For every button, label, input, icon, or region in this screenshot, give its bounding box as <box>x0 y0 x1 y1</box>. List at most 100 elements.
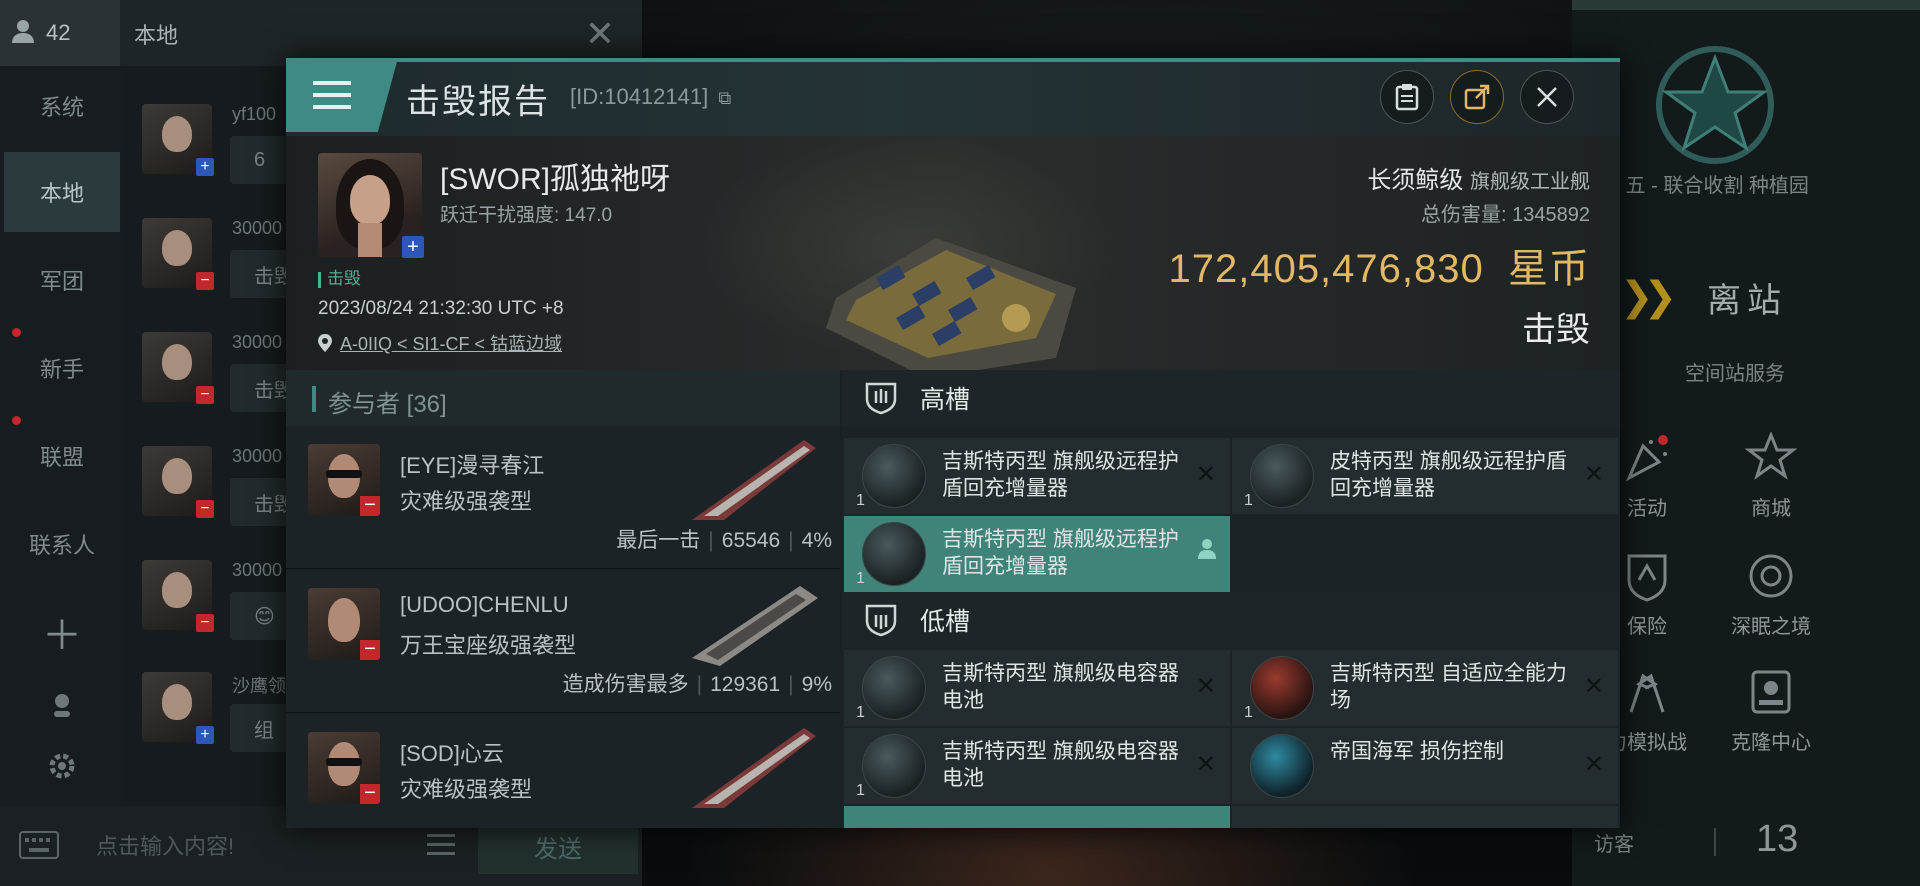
participant-stats: 最后一击 | 65546 | 4% <box>616 529 832 552</box>
module-item[interactable]: 1 吉斯特丙型 旗舰级远程护盾回充增量器 ✕ <box>844 438 1230 514</box>
participant-row[interactable]: − [SOD]心云 灾难级强袭型 <box>286 714 840 828</box>
kill-tag: 击毁 <box>318 264 361 289</box>
participant-ship-image <box>692 728 816 808</box>
chat-avatar[interactable]: − <box>142 446 214 518</box>
module-name: 吉斯特丙型 旗舰级电容器电池 <box>942 662 1179 712</box>
kill-tag-bar <box>318 271 321 288</box>
participant-stats: 造成伤害最多 | 129361 | 9% <box>562 673 832 696</box>
module-item-partial[interactable] <box>1232 806 1618 828</box>
chat-avatar[interactable]: − <box>142 218 214 290</box>
participant-ship-image <box>692 440 816 520</box>
capacitor-battery-icon <box>862 734 926 798</box>
shield-booster-amp-icon <box>862 522 926 586</box>
visitor-count: 13 <box>1756 818 1799 860</box>
chat-avatar[interactable]: + <box>142 672 214 744</box>
clone-icon <box>1751 670 1791 714</box>
service-abyss[interactable]: 深眠之境 <box>1706 550 1836 639</box>
undock-label: 离站 <box>1707 281 1788 320</box>
clipboard-button[interactable] <box>1380 70 1434 124</box>
nav-item-alliance[interactable]: 联盟 <box>4 416 120 496</box>
chat-sender: 30000 <box>232 332 283 352</box>
isk-value: 172,405,476,830 星币 <box>1044 236 1590 294</box>
nav-item-corp[interactable]: 军团 <box>4 240 120 320</box>
chat-close-icon[interactable]: ✕ <box>578 12 622 56</box>
service-clone[interactable]: 克隆中心 <box>1706 666 1836 755</box>
online-count-value: 42 <box>46 20 71 45</box>
close-button[interactable] <box>1520 70 1574 124</box>
high-slot-icon <box>865 382 897 415</box>
chat-avatar[interactable]: + <box>142 104 214 176</box>
module-item[interactable]: 1 吉斯特丙型 旗舰级电容器电池 ✕ <box>844 650 1230 726</box>
adaptive-field-icon <box>1250 656 1314 720</box>
chat-avatar[interactable]: − <box>142 560 214 632</box>
chat-sender: yf100 <box>232 104 277 124</box>
module-qty: 1 <box>856 570 865 587</box>
chat-channel-title: 本地 <box>134 23 179 48</box>
module-name: 帝国海军 损伤控制 <box>1330 740 1504 763</box>
module-qty: 1 <box>856 704 865 721</box>
destroyed-x-icon: ✕ <box>1195 751 1216 778</box>
keyboard-icon[interactable] <box>8 818 70 872</box>
low-slot-header: 低槽 <box>842 592 1620 648</box>
module-item[interactable]: 帝国海军 损伤控制 ✕ <box>1232 728 1618 804</box>
participant-ship: 灾难级强袭型 <box>400 777 533 802</box>
hamburger-icon <box>313 81 351 109</box>
shield-booster-amp-icon <box>862 444 926 508</box>
destroyed-x-icon: ✕ <box>1583 751 1604 778</box>
module-item[interactable]: 1 皮特丙型 旗舰级远程护盾回充增量器 ✕ <box>1232 438 1618 514</box>
low-slot-label: 低槽 <box>920 608 971 636</box>
nav-item-local[interactable]: 本地 <box>4 152 120 232</box>
capacitor-battery-icon <box>862 656 926 720</box>
station-name: 见 五 - 联合收割 种植园 <box>1600 175 1809 197</box>
victim-name[interactable]: [SWOR]孤独祂呀 <box>440 154 670 198</box>
kill-location-text: A-0IIQ < SI1-CF < 钴蓝边域 <box>340 334 563 354</box>
service-label: 商城 <box>1751 498 1791 520</box>
close-icon <box>1537 87 1557 107</box>
participant-row[interactable]: − [EYE]漫寻春江 灾难级强袭型 最后一击 | 65546 | 4% <box>286 426 840 569</box>
avatar[interactable]: − <box>308 444 380 516</box>
nav-item-newbie[interactable]: 新手 <box>4 328 120 408</box>
report-id[interactable]: [ID:10412141] ⧉ <box>570 84 731 110</box>
module-item[interactable]: 1 吉斯特丙型 旗舰级电容器电池 ✕ <box>844 728 1230 804</box>
isk-amount: 172,405,476,830 <box>1168 247 1484 291</box>
participant-damage: 129361 <box>710 673 781 696</box>
undock-button[interactable]: ❯❯ 离站 <box>1620 270 1900 324</box>
chat-nav: 系统 本地 军团 新手 联盟 联系人 ＋ <box>0 66 122 806</box>
add-contact-icon[interactable]: + <box>402 236 424 258</box>
chat-avatar[interactable]: − <box>142 332 214 404</box>
avatar[interactable]: − <box>308 588 380 660</box>
ship-type: 旗舰级工业舰 <box>1470 171 1590 193</box>
kill-time: 2023/08/24 21:32:30 UTC +8 <box>318 298 564 319</box>
ship-name: 长须鲸级 <box>1367 167 1464 194</box>
share-button[interactable] <box>1450 70 1504 124</box>
online-count[interactable]: 42 <box>0 0 120 66</box>
high-slot-label: 高槽 <box>920 386 971 414</box>
copy-icon[interactable]: ⧉ <box>718 88 731 108</box>
avatar[interactable]: − <box>308 732 380 804</box>
chat-sender: 沙鹰领 <box>232 676 286 696</box>
add-channel-icon[interactable]: ＋ <box>4 592 120 672</box>
chat-sender: 30000 <box>232 218 283 238</box>
module-qty: 1 <box>1244 704 1253 721</box>
participant-pct: 4% <box>801 529 832 552</box>
chat-sender: 30000 <box>232 560 283 580</box>
isk-unit: 星币 <box>1508 247 1590 291</box>
kill-location[interactable]: A-0IIQ < SI1-CF < 钴蓝边域 <box>318 330 562 356</box>
module-name: 吉斯特丙型 旗舰级远程护盾回充增量器 <box>942 450 1179 500</box>
module-name: 吉斯特丙型 旗舰级远程护盾回充增量器 <box>942 528 1179 578</box>
service-shop[interactable]: 商城 <box>1706 432 1836 521</box>
user-icon <box>10 18 36 49</box>
module-name: 皮特丙型 旗舰级远程护盾回充增量器 <box>1330 450 1567 500</box>
nav-item-contacts[interactable]: 联系人 <box>4 504 120 584</box>
module-item-partial[interactable] <box>844 806 1230 828</box>
party-popper-icon <box>1625 435 1668 482</box>
settings-gear-icon[interactable] <box>4 726 120 806</box>
location-pin-icon <box>318 334 332 352</box>
module-item-selected[interactable]: 1 吉斯特丙型 旗舰级远程护盾回充增量器 <box>844 516 1230 592</box>
participant-row[interactable]: − [UDOO]CHENLU 万王宝座级强袭型 造成伤害最多 | 129361 | 9% <box>286 570 840 713</box>
portal-icon <box>1749 554 1793 598</box>
participant-damage: 65546 <box>721 529 781 552</box>
module-item[interactable]: 1 吉斯特丙型 自适应全能力场 ✕ <box>1232 650 1618 726</box>
nav-item-system[interactable]: 系统 <box>4 66 120 146</box>
report-id-text: [ID:10412141] <box>570 84 709 109</box>
